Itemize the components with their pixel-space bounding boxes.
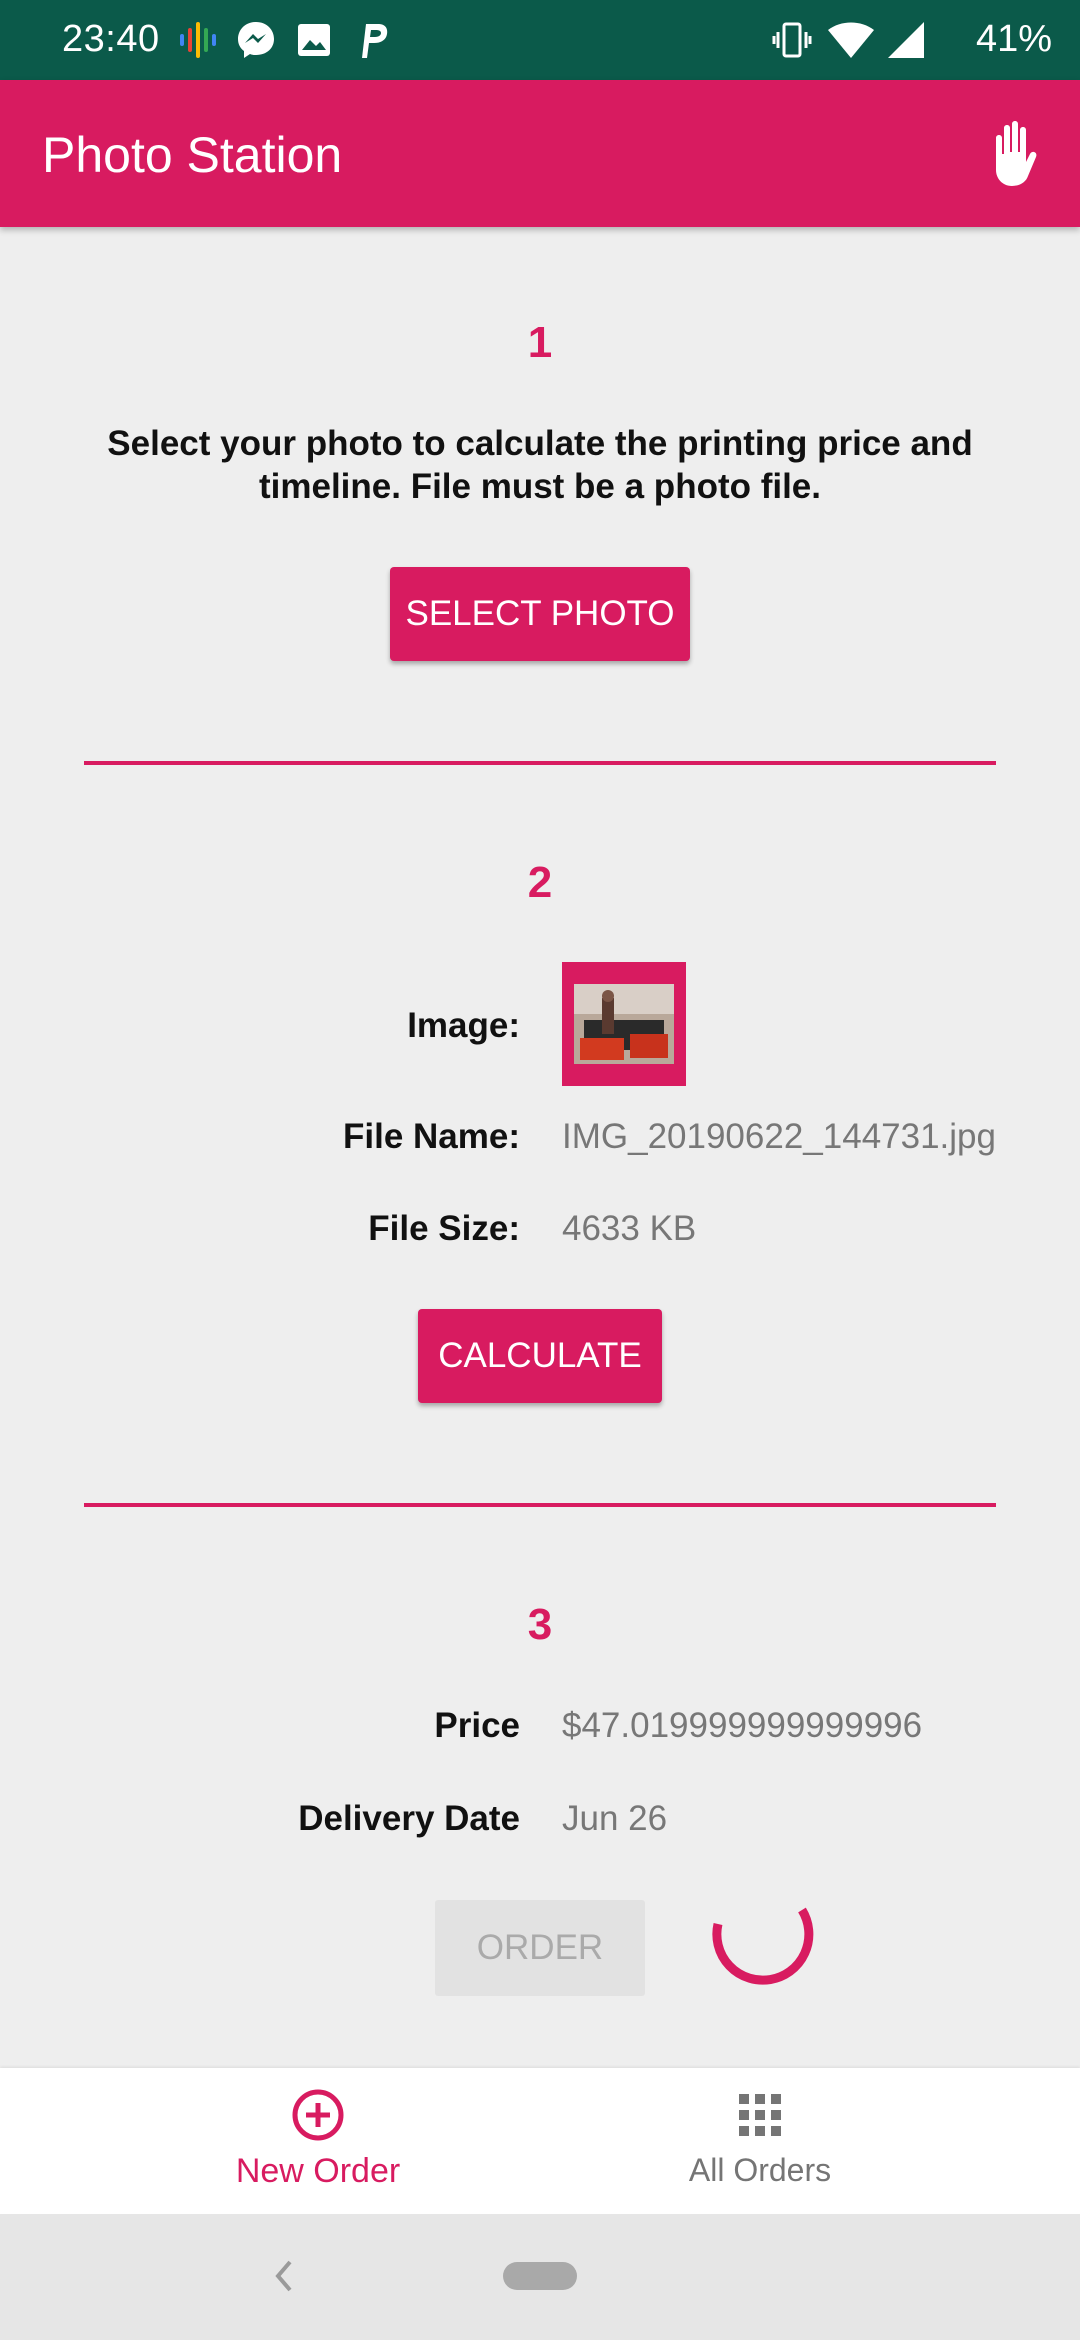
instruction-text: Select your photo to calculate the print… <box>107 424 973 506</box>
file-size-label: File Size: <box>368 1209 520 1248</box>
status-bar: 23:40 41% <box>0 0 1080 80</box>
vibrate-icon <box>772 22 812 58</box>
image-label: Image: <box>407 1006 520 1045</box>
system-navigation-bar <box>0 2214 1080 2340</box>
home-pill-button[interactable] <box>503 2262 577 2290</box>
delivery-date-value: Jun 26 <box>562 1799 668 1838</box>
delivery-date-label: Delivery Date <box>298 1799 520 1838</box>
p-app-icon <box>362 24 388 58</box>
section-divider <box>84 1503 996 1507</box>
loading-spinner-icon <box>712 1907 814 1985</box>
nav-label-all-orders: All Orders <box>688 2152 832 2188</box>
grid-icon <box>739 2094 781 2136</box>
calculate-button[interactable]: CALCULATE <box>418 1309 662 1403</box>
price-value: $47.019999999999996 <box>562 1706 923 1745</box>
price-label: Price <box>434 1706 520 1745</box>
photo-thumbnail <box>562 962 686 1086</box>
add-circle-icon <box>292 2089 344 2141</box>
file-size-value: 4633 KB <box>562 1209 697 1248</box>
app-title: Photo Station <box>42 127 343 183</box>
file-name-label: File Name: <box>343 1117 520 1156</box>
select-photo-button[interactable]: SELECT PHOTO <box>390 567 690 661</box>
order-button[interactable]: ORDER <box>435 1900 645 1996</box>
status-time: 23:40 <box>62 18 160 60</box>
app-bar: Photo Station <box>0 80 1080 227</box>
signal-icon <box>888 22 924 58</box>
hand-icon[interactable] <box>976 116 1052 192</box>
gallery-icon <box>298 24 330 56</box>
back-icon[interactable] <box>272 2258 296 2294</box>
file-name-value: IMG_20190622_144731.jpg <box>562 1117 996 1156</box>
messenger-icon <box>238 22 274 58</box>
step-2-number: 2 <box>527 858 553 907</box>
nav-item-all-orders[interactable]: All Orders <box>490 2068 1030 2214</box>
bottom-navigation: New Order All Orders <box>0 2068 1080 2214</box>
section-divider <box>84 761 996 765</box>
podcasts-icon <box>180 22 216 58</box>
battery-percentage: 41% <box>975 18 1052 60</box>
step-3-number: 3 <box>527 1600 553 1649</box>
wifi-icon <box>828 22 874 58</box>
step-1-number: 1 <box>527 318 553 367</box>
